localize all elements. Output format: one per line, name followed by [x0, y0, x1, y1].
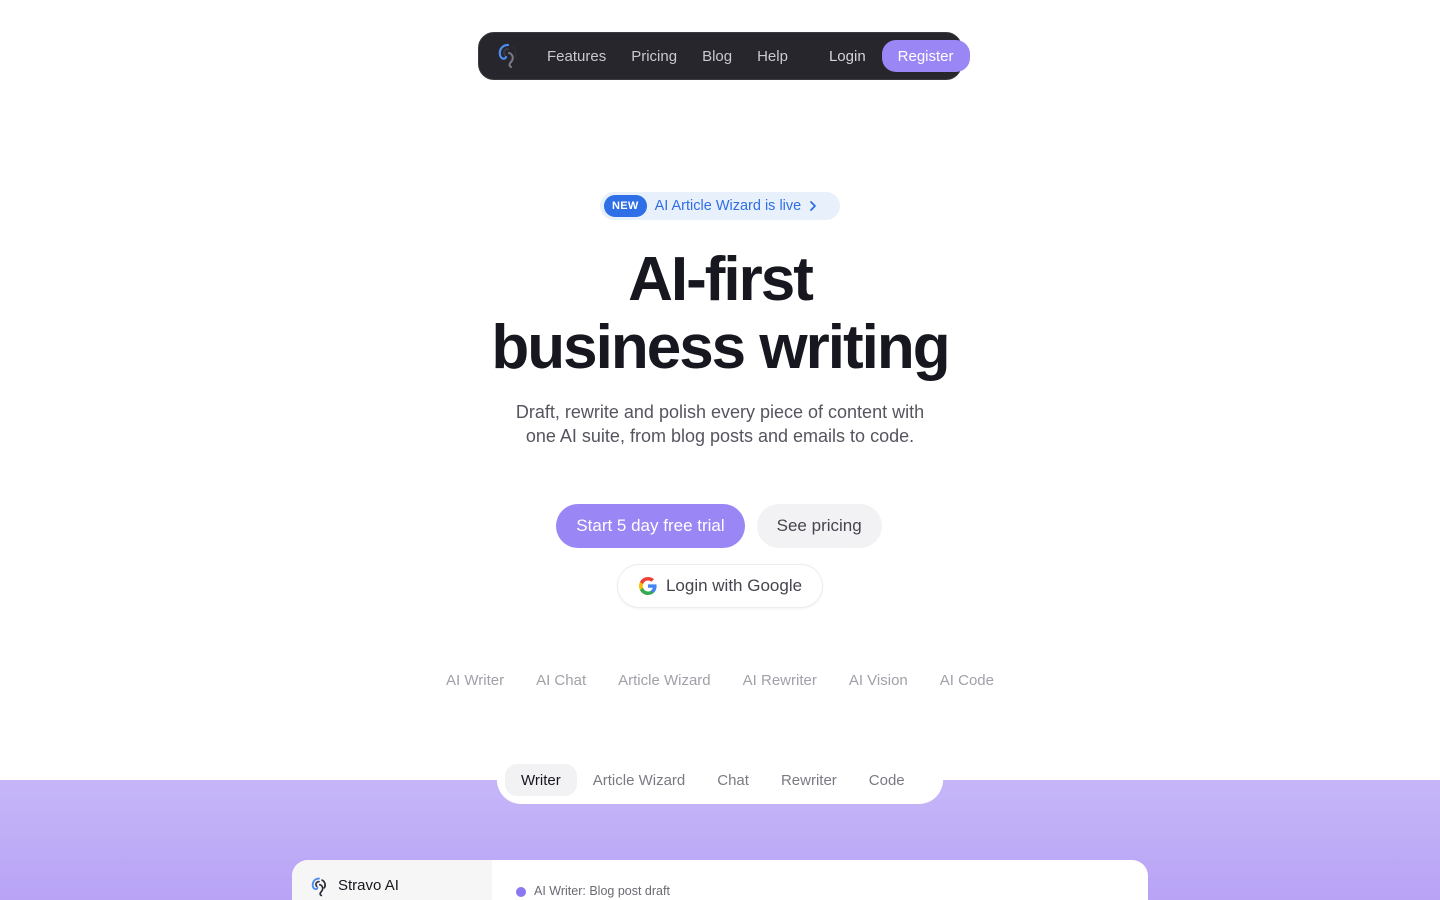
nav-link-blog[interactable]: Blog: [702, 48, 732, 65]
announcement-badge[interactable]: NEW AI Article Wizard is live: [600, 192, 840, 220]
feature-article-wizard[interactable]: Article Wizard: [618, 672, 711, 689]
hero-subtitle: Draft, rewrite and polish every piece of…: [515, 402, 925, 446]
login-link[interactable]: Login: [829, 48, 866, 65]
nav-link-pricing[interactable]: Pricing: [631, 48, 677, 65]
nav-links: Features Pricing Blog Help: [547, 48, 829, 65]
see-pricing-button[interactable]: See pricing: [756, 504, 882, 548]
app-name: Stravo AI: [338, 877, 399, 894]
google-login-row: Login with Google: [0, 564, 1440, 608]
register-button[interactable]: Register: [881, 40, 970, 72]
status-dot: [516, 887, 526, 897]
tab-chat[interactable]: Chat: [701, 764, 765, 796]
login-with-google-button[interactable]: Login with Google: [616, 564, 824, 608]
product-tabs: Writer Article Wizard Chat Rewriter Code: [497, 756, 943, 804]
tab-code[interactable]: Code: [853, 764, 921, 796]
feature-ai-writer[interactable]: AI Writer: [446, 672, 504, 689]
feature-list: AI Writer AI Chat Article Wizard AI Rewr…: [0, 672, 1440, 689]
announcement-text: AI Article Wizard is live: [654, 198, 802, 214]
feature-ai-rewriter[interactable]: AI Rewriter: [743, 672, 817, 689]
cta-row: Start 5 day free trial See pricing: [0, 504, 1440, 548]
nav-link-features[interactable]: Features: [547, 48, 606, 65]
tab-article-wizard[interactable]: Article Wizard: [577, 764, 702, 796]
login-with-google-label: Login with Google: [665, 576, 803, 595]
chevron-right-icon: [809, 200, 817, 212]
google-icon: [638, 577, 657, 595]
feature-ai-chat[interactable]: AI Chat: [536, 672, 586, 689]
stravo-logo-icon[interactable]: [497, 43, 519, 69]
document-label: AI Writer: Blog post draft: [534, 884, 670, 898]
app-main: AI Writer: Blog post draft: [492, 860, 1148, 900]
top-navbar: Features Pricing Blog Help Login Registe…: [478, 32, 970, 80]
feature-ai-vision[interactable]: AI Vision: [849, 672, 908, 689]
app-sidebar: Stravo AI: [292, 860, 492, 900]
start-trial-button[interactable]: Start 5 day free trial: [556, 504, 745, 548]
stravo-logo-icon: [311, 877, 326, 897]
tab-rewriter[interactable]: Rewriter: [765, 764, 853, 796]
new-tag: NEW: [604, 195, 647, 217]
tab-writer[interactable]: Writer: [505, 764, 577, 796]
hero-title: AI-first business writing: [0, 246, 1440, 382]
feature-ai-code[interactable]: AI Code: [940, 672, 994, 689]
app-preview: Stravo AI AI Writer: Blog post draft: [292, 860, 1148, 900]
hero-title-line1: AI-first: [628, 245, 814, 314]
nav-link-help[interactable]: Help: [757, 48, 788, 65]
hero-title-line2: business writing: [491, 313, 950, 382]
